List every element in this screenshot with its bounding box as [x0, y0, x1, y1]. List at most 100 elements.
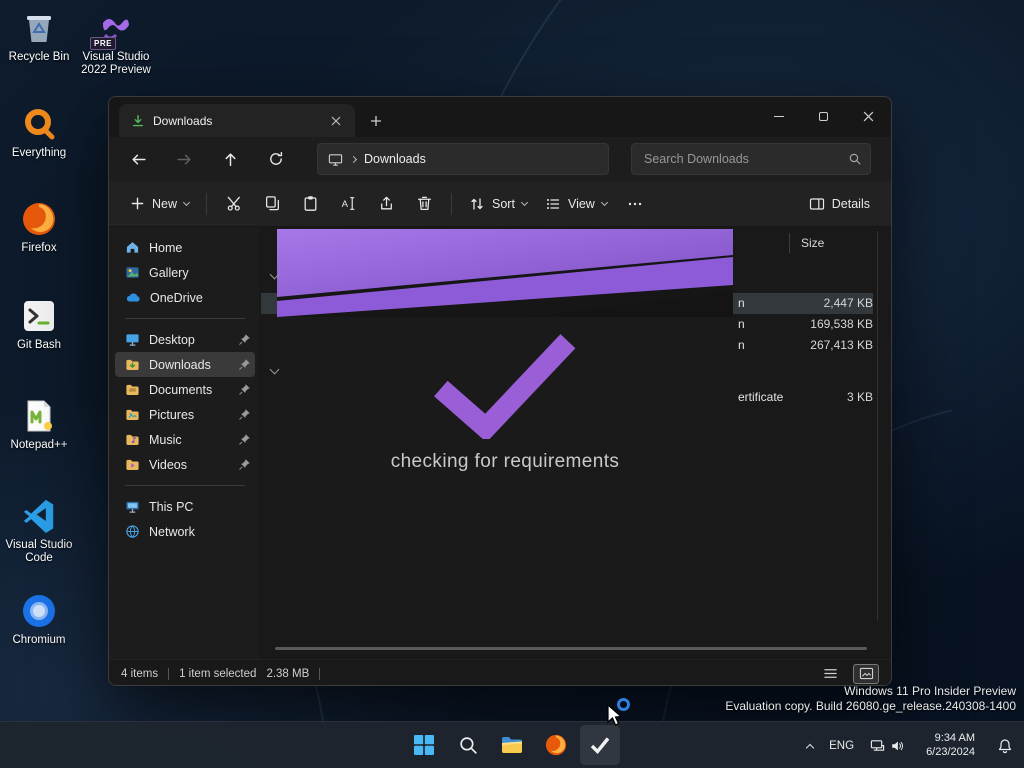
new-button[interactable]: New [121, 187, 198, 221]
desktop-icon-notepadpp[interactable]: Notepad++ [0, 396, 78, 452]
taskbar-firefox-button[interactable] [536, 725, 576, 765]
desktop-icon-label: Visual Studio 2022 Preview [81, 51, 151, 76]
gallery-icon [126, 267, 139, 278]
close-icon [331, 116, 341, 125]
sidebar-item-this-pc[interactable]: This PC [115, 494, 255, 519]
explorer-tab-downloads[interactable]: Downloads [119, 104, 355, 137]
pin-icon [239, 434, 250, 445]
up-icon [225, 152, 235, 166]
desktop-icon-label: Recycle Bin [8, 51, 70, 63]
installer-splash-window: checking for requirements [277, 229, 733, 487]
pin-icon [239, 359, 250, 370]
search-box[interactable] [631, 143, 871, 175]
explorer-tab-bar: Downloads [109, 97, 891, 137]
address-bar[interactable]: Downloads [317, 143, 609, 175]
paste-button[interactable] [291, 187, 329, 221]
tab-title: Downloads [153, 113, 213, 128]
sidebar-item-onedrive[interactable]: OneDrive [115, 285, 255, 310]
more-options-button[interactable] [616, 187, 654, 221]
sidebar-item-downloads[interactable]: Downloads [115, 352, 255, 377]
watermark-line1: Windows 11 Pro Insider Preview [844, 684, 1016, 698]
file-size: 2,447 KB [823, 296, 873, 310]
notepadpp-icon [19, 396, 59, 436]
sort-button[interactable]: Sort [460, 187, 536, 221]
sidebar-item-desktop[interactable]: Desktop [115, 327, 255, 352]
language-code: ENG [829, 739, 855, 752]
checkmark-icon [590, 737, 610, 755]
hidden-icons-button[interactable] [800, 726, 820, 766]
file-explorer-window: Downloads Downloads Search Downloads New… [108, 96, 892, 686]
navigation-pane: Home Gallery OneDrive Desktop Downloads … [109, 227, 259, 659]
window-controls [756, 97, 891, 135]
maximize-button[interactable] [801, 97, 846, 135]
tab-close-button[interactable] [325, 110, 347, 132]
share-icon [380, 196, 392, 210]
language-indicator[interactable]: ENG [822, 726, 861, 766]
pre-badge: PRE [90, 37, 116, 50]
search-icon [849, 153, 861, 165]
details-view-toggle[interactable] [817, 664, 843, 684]
large-icons-view-toggle[interactable] [853, 663, 879, 684]
recycle-bin-icon [19, 8, 59, 48]
desktop-icon-git-bash[interactable]: Git Bash [0, 296, 78, 352]
desktop-icon-visual-studio[interactable]: PRE Visual Studio 2022 Preview [77, 8, 155, 77]
sidebar-item-gallery[interactable]: Gallery [115, 260, 255, 285]
desktop-icon [126, 334, 139, 346]
breadcrumb-chevron-icon [349, 155, 358, 163]
sidebar-item-music[interactable]: Music [115, 427, 255, 452]
view-button[interactable]: View [536, 187, 616, 221]
volume-icon [892, 741, 904, 750]
cut-icon [227, 196, 240, 211]
desktop-icon-everything[interactable]: Everything [0, 104, 78, 160]
taskbar-file-explorer-button[interactable] [492, 725, 532, 765]
new-tab-button[interactable] [365, 110, 387, 132]
delete-button[interactable] [405, 187, 443, 221]
start-button[interactable] [404, 725, 444, 765]
chromium-icon [19, 591, 59, 631]
notifications-button[interactable] [990, 726, 1020, 766]
back-button[interactable] [121, 143, 155, 175]
taskbar-search-button[interactable] [448, 725, 488, 765]
installer-banner-art [277, 229, 733, 317]
clock[interactable]: 9:34 AM 6/23/2024 [913, 726, 988, 766]
up-button[interactable] [213, 143, 247, 175]
column-divider[interactable] [789, 233, 790, 253]
bell-icon [998, 738, 1012, 753]
sidebar-label: This PC [149, 499, 194, 514]
breadcrumb[interactable]: Downloads [364, 152, 426, 166]
sidebar-item-videos[interactable]: Videos [115, 452, 255, 477]
share-button[interactable] [367, 187, 405, 221]
command-bar: New A Sort View Details [109, 181, 891, 227]
details-button[interactable]: Details [800, 187, 879, 221]
desktop-icon-chromium[interactable]: Chromium [0, 591, 78, 647]
plus-icon [371, 116, 381, 126]
sidebar-item-home[interactable]: Home [115, 235, 255, 260]
sidebar-item-documents[interactable]: Documents [115, 377, 255, 402]
desktop-icon-firefox[interactable]: Firefox [0, 199, 78, 255]
sidebar-item-pictures[interactable]: Pictures [115, 402, 255, 427]
column-header-size[interactable]: Size [801, 236, 824, 250]
rename-button[interactable]: A [329, 187, 367, 221]
file-name-fragment: n [738, 338, 745, 352]
windows-logo-icon [414, 735, 434, 755]
desktop-icon-label: Firefox [21, 242, 57, 254]
close-window-button[interactable] [846, 97, 891, 135]
desktop-icon-recycle-bin[interactable]: Recycle Bin [0, 8, 78, 64]
copy-button[interactable] [253, 187, 291, 221]
sidebar-label: Documents [149, 382, 213, 397]
file-name-fragment: n [738, 317, 745, 331]
minimize-button[interactable] [756, 97, 801, 135]
refresh-button[interactable] [259, 143, 293, 175]
sidebar-item-network[interactable]: Network [115, 519, 255, 544]
sidebar-label: Gallery [149, 265, 189, 280]
forward-button[interactable] [167, 143, 201, 175]
installer-status-message: checking for requirements [390, 451, 620, 472]
search-input[interactable] [642, 151, 848, 167]
sidebar-label: Desktop [149, 332, 195, 347]
cut-button[interactable] [215, 187, 253, 221]
evaluation-watermark: Windows 11 Pro Insider Preview Evaluatio… [725, 684, 1016, 714]
horizontal-scrollbar[interactable] [275, 647, 867, 650]
tray-status-icons[interactable] [863, 726, 911, 766]
desktop-icon-vscode[interactable]: Visual Studio Code [0, 496, 78, 565]
file-name-fragment: ertificate [738, 390, 784, 404]
